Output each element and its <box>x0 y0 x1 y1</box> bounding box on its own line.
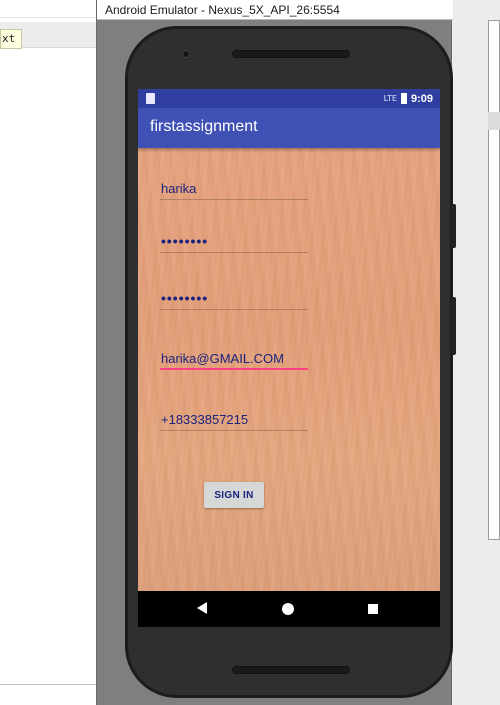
front-camera-icon <box>182 50 190 58</box>
confirm-password-field <box>160 286 308 310</box>
recents-icon[interactable] <box>368 604 378 614</box>
status-icons: LTE 9:09 <box>384 91 433 106</box>
password-field <box>160 229 308 253</box>
emulator-title: Android Emulator - Nexus_5X_API_26:5554 <box>105 3 340 17</box>
emulator-window: Android Emulator - Nexus_5X_API_26:5554 … <box>96 0 456 705</box>
emulator-title-bar[interactable]: Android Emulator - Nexus_5X_API_26:5554 <box>97 0 453 20</box>
phone-field <box>160 407 308 431</box>
ide-panel-band <box>488 112 500 130</box>
email-input[interactable] <box>161 348 307 368</box>
sign-in-button[interactable]: SIGN IN <box>204 482 264 508</box>
volume-button[interactable] <box>451 297 456 355</box>
email-field <box>160 346 308 370</box>
action-bar: firstassignment <box>138 108 440 148</box>
battery-icon <box>400 93 407 104</box>
lte-signal-icon: LTE <box>383 94 397 103</box>
navigation-bar <box>138 591 440 627</box>
back-icon[interactable] <box>197 602 207 614</box>
form-container: SIGN IN <box>138 148 440 591</box>
username-field <box>160 176 308 200</box>
ide-background-left: xt <box>0 0 96 705</box>
ide-divider <box>0 684 96 685</box>
password-input[interactable] <box>161 231 307 251</box>
username-input[interactable] <box>161 178 307 198</box>
power-button[interactable] <box>451 204 456 248</box>
phone-screen: LTE 9:09 firstassignment harika ••••••••… <box>138 89 440 627</box>
earpiece-speaker <box>232 50 350 58</box>
status-time: 9:09 <box>410 92 433 105</box>
ide-background-right <box>452 0 500 705</box>
phone-input[interactable] <box>161 409 307 429</box>
phone-frame: LTE 9:09 firstassignment harika ••••••••… <box>125 26 456 698</box>
confirm-password-input[interactable] <box>161 288 307 308</box>
app-title: firstassignment <box>150 118 258 135</box>
sd-card-icon <box>146 93 155 104</box>
ide-top-strip <box>0 0 96 18</box>
ide-side-panel <box>488 20 500 540</box>
home-icon[interactable] <box>282 603 294 615</box>
editor-tab-chip[interactable]: xt <box>0 29 22 49</box>
status-bar: LTE 9:09 <box>138 89 440 108</box>
bottom-speaker <box>232 666 350 674</box>
